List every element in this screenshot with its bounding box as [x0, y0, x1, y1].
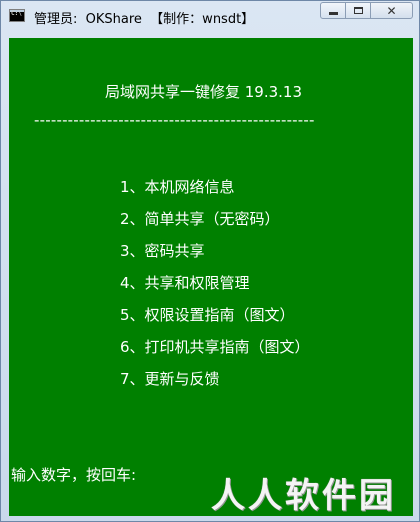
caption-buttons: ✕ — [320, 2, 413, 19]
menu-item-2: 2、简单共享（无密码） — [120, 210, 280, 228]
console-output[interactable]: 局域网共享一键修复 19.3.13 ----------------------… — [9, 38, 413, 516]
menu-item-6: 6、打印机共享指南（图文） — [120, 338, 310, 356]
console-icon[interactable]: C:\ — [9, 9, 25, 22]
input-prompt: 输入数字，按回车: — [11, 466, 137, 484]
title-bar[interactable]: C:\ 管理员: OKShare 【制作：wnsdt】 ✕ — [1, 1, 419, 33]
console-icon-text: C:\ — [11, 10, 22, 17]
maximize-button[interactable] — [345, 2, 371, 19]
minimize-button[interactable] — [320, 2, 346, 19]
minimize-icon — [328, 11, 338, 15]
menu-item-3: 3、密码共享 — [120, 242, 205, 260]
window-title: 管理员: OKShare 【制作：wnsdt】 — [34, 12, 255, 27]
menu-item-4: 4、共享和权限管理 — [120, 274, 250, 292]
watermark-logo: 人人软件园 — [211, 476, 396, 516]
maximize-icon — [353, 7, 363, 14]
console-divider: ----------------------------------------… — [34, 111, 315, 129]
console-heading: 局域网共享一键修复 19.3.13 — [105, 83, 303, 101]
close-icon: ✕ — [386, 3, 397, 18]
menu-item-5: 5、权限设置指南（图文） — [120, 306, 295, 324]
close-button[interactable]: ✕ — [370, 2, 413, 19]
menu-item-7: 7、更新与反馈 — [120, 370, 220, 388]
console-window: C:\ 管理员: OKShare 【制作：wnsdt】 ✕ 局域网共享一键修复 … — [0, 0, 420, 522]
menu-item-1: 1、本机网络信息 — [120, 178, 235, 196]
